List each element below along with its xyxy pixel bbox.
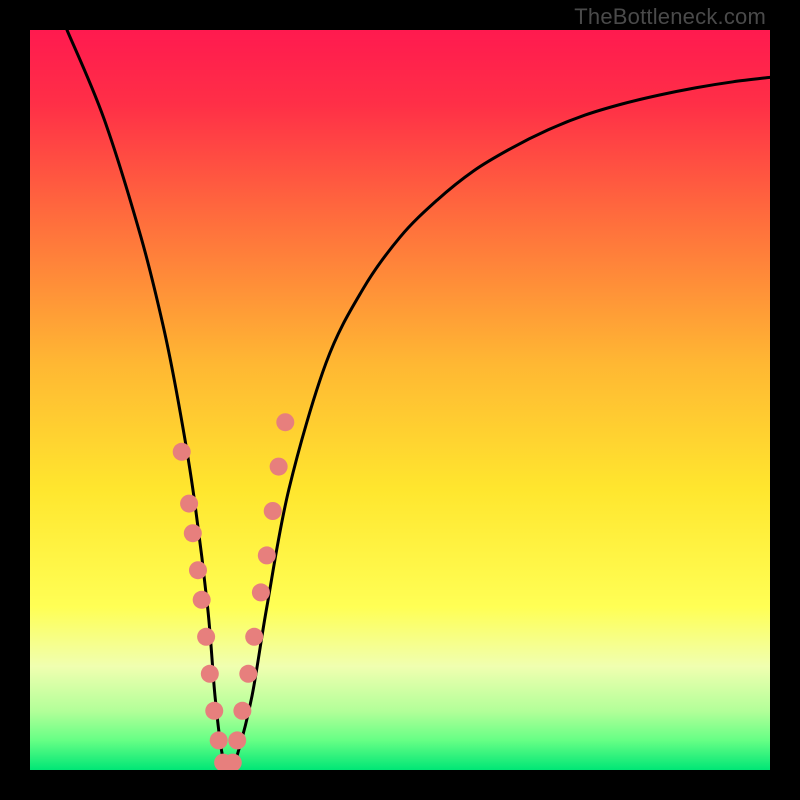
curve-layer [30, 30, 770, 770]
plot-area [30, 30, 770, 770]
scatter-point [205, 702, 223, 720]
watermark-text: TheBottleneck.com [574, 4, 766, 30]
scatter-point [270, 458, 288, 476]
scatter-point [210, 731, 228, 749]
scatter-point [201, 665, 219, 683]
scatter-point [264, 502, 282, 520]
scatter-point [197, 628, 215, 646]
scatter-point [184, 524, 202, 542]
scatter-point [189, 561, 207, 579]
chart-frame: TheBottleneck.com [0, 0, 800, 800]
scatter-point [245, 628, 263, 646]
scatter-point [193, 591, 211, 609]
scatter-point [258, 546, 276, 564]
scatter-point [239, 665, 257, 683]
scatter-point [276, 413, 294, 431]
scatter-point [233, 702, 251, 720]
bottleneck-curve [67, 30, 770, 770]
scatter-point [252, 583, 270, 601]
scatter-point [180, 495, 198, 513]
scatter-point [173, 443, 191, 461]
scatter-point [228, 731, 246, 749]
